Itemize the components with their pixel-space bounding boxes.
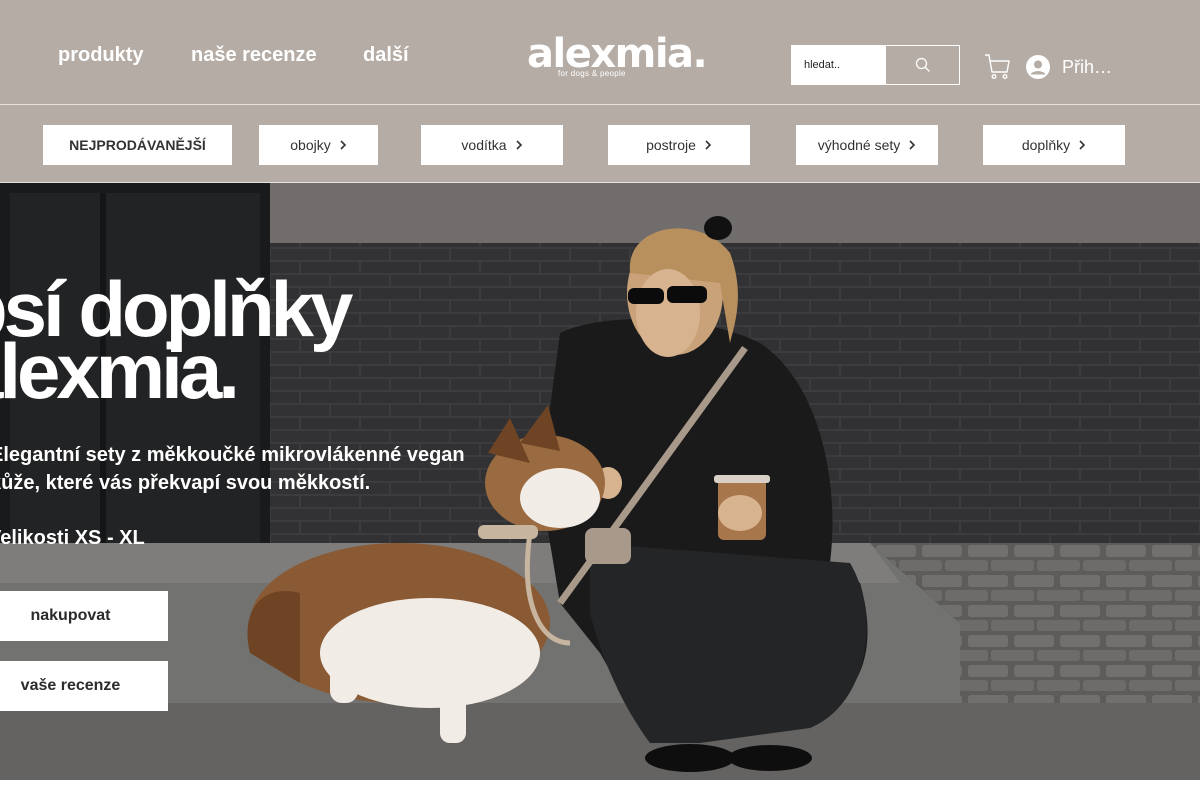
hero-banner: psí doplňky alexmia. Elegantní sety z mě… [0, 183, 1200, 780]
shop-now-label: nakupovat [30, 607, 111, 624]
category-bestsellers[interactable]: NEJPRODÁVANĚJŠÍ [43, 125, 232, 165]
search-input[interactable] [792, 46, 886, 84]
chevron-right-icon [705, 140, 712, 150]
search-icon [915, 57, 930, 72]
cart-icon [985, 54, 1010, 79]
chevron-right-icon [909, 140, 916, 150]
category-label: vodítka [461, 137, 507, 153]
nav-item-nase-recenze[interactable]: naše recenze [191, 43, 317, 67]
cart-button[interactable] [983, 52, 1011, 80]
category-label: NEJPRODÁVANĚJŠÍ [69, 137, 206, 153]
category-label: doplňky [1021, 137, 1071, 153]
login-button[interactable]: Přih… [1026, 53, 1112, 81]
logo-tagline: for dogs & people [558, 69, 626, 78]
nav-item-produkty[interactable]: produkty [58, 43, 144, 67]
category-voditka[interactable]: vodítka [421, 125, 563, 165]
chevron-right-icon [515, 140, 522, 150]
hero-sizes: Velikosti XS - XL [0, 527, 145, 549]
category-obojky[interactable]: obojky [259, 125, 378, 165]
chevron-right-icon [340, 140, 346, 150]
hero-description: Elegantní sety z měkkoučké mikrovlákenné… [0, 441, 465, 497]
site-header: produkty naše recenze další alexmia. for… [0, 0, 1200, 105]
category-label: obojky [290, 137, 331, 153]
site-logo[interactable]: alexmia. for dogs & people [527, 31, 708, 84]
category-postroje[interactable]: postroje [608, 125, 750, 165]
category-label: výhodné sety [817, 137, 901, 153]
login-label: Přih… [1062, 56, 1113, 77]
user-avatar-icon [1026, 55, 1050, 79]
search-button[interactable] [886, 46, 959, 84]
chevron-right-icon [1079, 140, 1086, 150]
reviews-label: vaše recenze [20, 677, 121, 694]
nav-item-dalsi[interactable]: další [363, 43, 409, 67]
hero-title: psí doplňky alexmia. [0, 270, 353, 410]
shop-now-button[interactable]: nakupovat [0, 591, 168, 641]
search-box [791, 45, 960, 85]
hero-description-line-1: Elegantní sety z měkkoučké mikrovlákenné… [0, 444, 465, 466]
hero-description-line-2: kůže, které vás překvapí svou měkkostí. [0, 472, 371, 494]
category-bar: NEJPRODÁVANĚJŠÍ obojky vodítka postroje … [0, 105, 1200, 183]
category-vyhodne-sety[interactable]: výhodné sety [796, 125, 938, 165]
category-doplnky[interactable]: doplňky [983, 125, 1125, 165]
reviews-button[interactable]: vaše recenze [0, 661, 168, 711]
category-label: postroje [646, 137, 696, 153]
